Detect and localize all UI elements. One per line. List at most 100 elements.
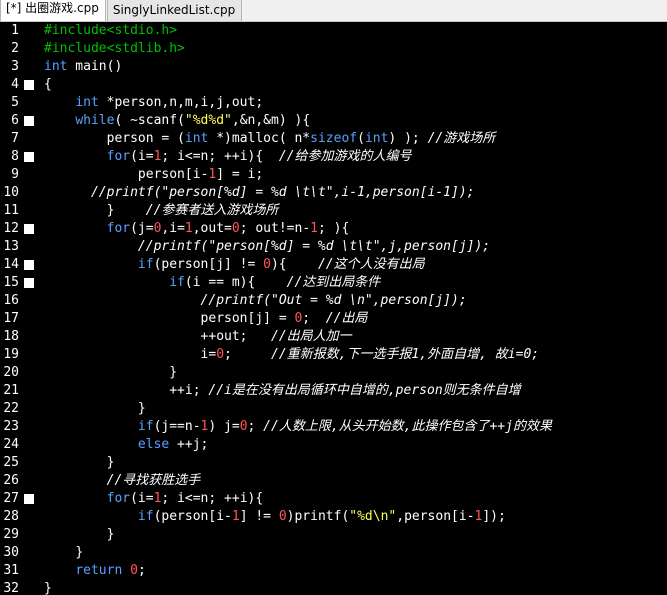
code-text[interactable]: else ++j; [44,436,208,454]
code-line[interactable]: 12 for(j=0,i=1,out=0; out!=n-1; ){ [0,220,667,238]
code-text[interactable]: //printf("person[%d] = %d \t\t",i-1,pers… [44,184,475,202]
code-line[interactable]: 15 if(i == m){ //达到出局条件 [0,274,667,292]
code-line[interactable]: 10 //printf("person[%d] = %d \t\t",i-1,p… [0,184,667,202]
line-number: 24 [3,437,19,452]
code-text[interactable]: //printf("Out = %d \n",person[j]); [44,292,467,310]
code-text[interactable]: while( ~scanf("%d%d",&n,&m) ){ [44,112,310,130]
code-text[interactable]: if(person[j] != 0){ //这个人没有出局 [44,256,425,274]
line-number: 17 [3,311,19,326]
code-line[interactable]: 8 for(i=1; i<=n; ++i){ //给参加游戏的人编号 [0,148,667,166]
code-token: 0 [231,221,240,236]
code-token: (i == m){ [184,275,287,290]
fold-marker-icon[interactable] [24,80,34,90]
tab-singly-linked-list[interactable]: SinglyLinkedList.cpp [106,0,243,21]
fold-marker-icon[interactable] [24,116,34,126]
code-token: ]); [482,509,506,524]
code-text[interactable]: ++i; //i是在没有出局循环中自增的,person则无条件自增 [44,382,520,400]
code-text[interactable]: #include<stdio.h> [44,22,177,40]
code-line[interactable]: 18 ++out; //出局人加一 [0,328,667,346]
code-token: ; i<=n; ++i){ [161,491,264,506]
code-line[interactable]: 9 person[i-1] = i; [0,166,667,184]
code-token: ) j= [208,419,240,434]
tab-chuquan-youxi[interactable]: [*] 出圈游戏.cpp [0,0,106,21]
code-token: } [169,365,178,380]
code-text[interactable]: //寻找获胜选手 [44,472,201,490]
code-text[interactable]: } //参赛者送入游戏场所 [44,202,279,220]
code-line[interactable]: 17 person[j] = 0; //出局 [0,310,667,328]
code-line[interactable]: 23 if(j==n-1) j=0; //人数上限,从头开始数,此操作包含了++… [0,418,667,436]
code-text[interactable]: } [44,364,177,382]
code-line[interactable]: 4{ [0,76,667,94]
code-token: ,i= [161,221,185,236]
code-token: 1 [310,221,318,236]
code-text[interactable]: { [44,76,52,94]
code-token: 0 [278,509,287,524]
code-line[interactable]: 13 //printf("person[%d] = %d \t\t",j,per… [0,238,667,256]
code-text[interactable]: int *person,n,m,i,j,out; [44,94,263,112]
code-line[interactable]: 3 int main() [0,58,667,76]
code-text[interactable]: if(i == m){ //达到出局条件 [44,274,380,292]
code-line[interactable]: 25 } [0,454,667,472]
code-line[interactable]: 32} [0,580,667,595]
code-line[interactable]: 30 } [0,544,667,562]
code-line[interactable]: 7 person = (int *)malloc( n*sizeof(int) … [0,130,667,148]
code-line[interactable]: 6 while( ~scanf("%d%d",&n,&m) ){ [0,112,667,130]
code-line[interactable]: 19 i=0; //重新报数,下一选手报1,外面自增, 故i=0; [0,346,667,364]
code-token: //参赛者送入游戏场所 [145,203,279,218]
code-line[interactable]: 26 //寻找获胜选手 [0,472,667,490]
fold-marker-icon[interactable] [24,278,34,288]
code-line[interactable]: 28 if(person[i-1] != 0)printf("%d\n",per… [0,508,667,526]
line-number: 25 [3,455,19,470]
code-text[interactable]: for(i=1; i<=n; ++i){ [44,490,264,508]
fold-marker-icon[interactable] [24,224,34,234]
code-text[interactable]: } [44,526,115,544]
line-number: 6 [11,113,19,128]
code-line[interactable]: 14 if(person[j] != 0){ //这个人没有出局 [0,256,667,274]
code-text[interactable]: int main() [44,58,122,76]
code-text[interactable]: person[i-1] = i; [44,166,263,184]
code-text[interactable]: for(i=1; i<=n; ++i){ //给参加游戏的人编号 [44,148,412,166]
code-line[interactable]: 5 int *person,n,m,i,j,out; [0,94,667,112]
code-token: //游戏场所 [427,131,496,146]
line-number: 18 [3,329,19,344]
code-token: ; i<=n; ++i){ [161,149,279,164]
code-text[interactable]: person = (int *)malloc( n*sizeof(int) );… [44,130,496,148]
code-text[interactable]: return 0; [44,562,145,580]
code-token: ; [247,419,264,434]
fold-marker-icon[interactable] [24,152,34,162]
code-token: ,&n,&m) ){ [231,113,311,128]
code-text[interactable]: } [44,400,146,418]
line-number: 15 [3,275,19,290]
code-line[interactable]: 27 for(i=1; i<=n; ++i){ [0,490,667,508]
code-text[interactable]: //printf("person[%d] = %d \t\t",j,person… [44,238,490,256]
code-text[interactable]: if(person[i-1] != 0)printf("%d\n",person… [44,508,506,526]
code-editor[interactable]: 1 #include<stdio.h> 2 #include<stdlib.h> 3 in… [0,22,667,595]
code-line[interactable]: 20 } [0,364,667,382]
code-line[interactable]: 16 //printf("Out = %d \n",person[j]); [0,292,667,310]
fold-marker-icon[interactable] [24,494,34,504]
code-token: //这个人没有出局 [317,257,425,272]
code-text[interactable]: } [44,544,83,562]
code-line[interactable]: 22 } [0,400,667,418]
code-line[interactable]: 21 ++i; //i是在没有出局循环中自增的,person则无条件自增 [0,382,667,400]
code-token: (j==n- [153,419,201,434]
fold-marker-icon[interactable] [24,260,34,270]
line-number: 21 [3,383,19,398]
code-text[interactable]: if(j==n-1) j=0; //人数上限,从头开始数,此操作包含了++j的效… [44,418,552,436]
code-text[interactable]: #include<stdlib.h> [44,40,185,58]
line-number: 28 [3,509,19,524]
code-line[interactable]: 1 #include<stdio.h> [0,22,667,40]
code-text[interactable]: i=0; //重新报数,下一选手报1,外面自增, 故i=0; [44,346,540,364]
code-line[interactable]: 11 } //参赛者送入游戏场所 [0,202,667,220]
line-number: 30 [3,545,19,560]
code-line[interactable]: 24 else ++j; [0,436,667,454]
code-text[interactable]: ++out; //出局人加一 [44,328,352,346]
code-text[interactable]: for(j=0,i=1,out=0; out!=n-1; ){ [44,220,350,238]
line-number: 8 [11,149,19,164]
code-text[interactable]: } [44,580,52,595]
code-text[interactable]: person[j] = 0; //出局 [44,310,368,328]
code-line[interactable]: 31 return 0; [0,562,667,580]
code-line[interactable]: 29 } [0,526,667,544]
code-text[interactable]: } [44,454,115,472]
code-line[interactable]: 2 #include<stdlib.h> [0,40,667,58]
